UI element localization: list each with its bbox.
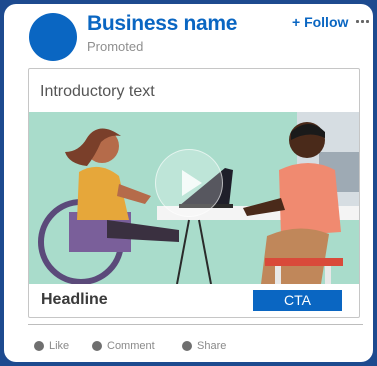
more-dots-icon[interactable] <box>356 20 369 23</box>
company-avatar[interactable] <box>29 13 77 61</box>
promoted-label: Promoted <box>87 39 144 54</box>
share-label: Share <box>197 340 227 352</box>
divider <box>28 324 363 325</box>
follow-button[interactable]: + Follow <box>292 14 348 30</box>
like-dot-icon <box>34 341 44 351</box>
video-thumbnail[interactable] <box>29 112 359 284</box>
comment-label: Comment <box>107 340 155 352</box>
business-name[interactable]: Business name <box>87 12 237 36</box>
share-button[interactable]: Share <box>182 340 226 352</box>
cta-button[interactable]: CTA <box>253 290 342 311</box>
play-icon[interactable] <box>155 149 223 217</box>
comment-button[interactable]: Comment <box>92 340 155 352</box>
like-button[interactable]: Like <box>34 340 69 352</box>
introductory-text: Introductory text <box>40 83 155 100</box>
ad-creative[interactable]: Introductory text Headline CTA <box>28 68 360 318</box>
like-label: Like <box>49 340 70 352</box>
comment-dot-icon <box>92 341 102 351</box>
share-dot-icon <box>182 341 192 351</box>
headline: Headline <box>41 291 108 308</box>
